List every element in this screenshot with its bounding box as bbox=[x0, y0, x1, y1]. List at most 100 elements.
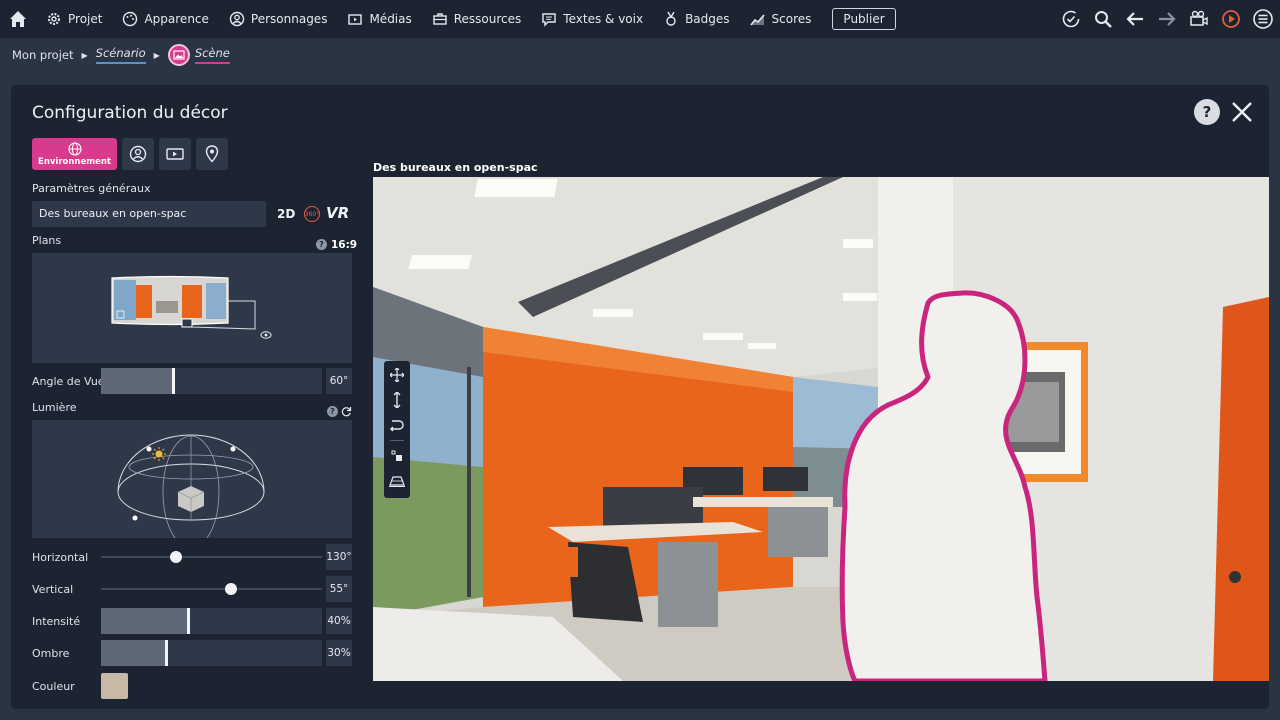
floor-tool-button[interactable] bbox=[388, 471, 406, 491]
home-button[interactable] bbox=[0, 0, 36, 38]
redo-button[interactable] bbox=[1156, 8, 1178, 30]
viewport-toolbox bbox=[384, 361, 410, 498]
person-icon bbox=[229, 11, 245, 27]
play-icon bbox=[1222, 10, 1240, 28]
light-hemisphere-preview bbox=[32, 420, 352, 549]
toolbox-separator bbox=[390, 440, 404, 441]
breadcrumb-separator: ▶ bbox=[81, 50, 88, 60]
shadow-handle[interactable] bbox=[165, 640, 169, 666]
breadcrumb-separator: ▶ bbox=[153, 50, 160, 60]
nav-textes-voix-label: Textes & voix bbox=[563, 12, 644, 26]
decor-config-panel: Configuration du décor ? Environnement P… bbox=[11, 85, 1269, 709]
breadcrumb-scenario[interactable]: Scénario bbox=[95, 46, 146, 64]
plans-preview bbox=[32, 253, 352, 363]
main-menu-button[interactable] bbox=[1252, 8, 1274, 30]
tab-environnement[interactable]: Environnement bbox=[32, 138, 117, 170]
medal-icon bbox=[666, 11, 676, 26]
horizontal-handle[interactable] bbox=[170, 551, 183, 563]
sync-button[interactable] bbox=[1060, 8, 1082, 30]
scale-icon bbox=[391, 450, 402, 461]
view-angle-handle[interactable] bbox=[171, 368, 175, 394]
person-icon bbox=[129, 145, 147, 163]
undo-button[interactable] bbox=[1124, 8, 1146, 30]
mode-2d-button[interactable]: 2D bbox=[277, 207, 295, 221]
eye-icon bbox=[260, 331, 272, 339]
vertical-slider[interactable] bbox=[101, 583, 322, 595]
mode-360-button[interactable]: 360° bbox=[304, 206, 320, 222]
nav-projet-label: Projet bbox=[68, 12, 103, 26]
nav-projet[interactable]: Projet bbox=[36, 0, 112, 38]
light-dome-diagram[interactable] bbox=[32, 420, 352, 549]
breadcrumb: Mon projet ▶ Scénario ▶ Scène bbox=[12, 44, 230, 66]
location-pin-icon bbox=[205, 145, 219, 163]
view-angle-value: 60° bbox=[326, 368, 352, 394]
horizontal-label: Horizontal bbox=[32, 551, 89, 564]
tab-location[interactable] bbox=[196, 138, 228, 170]
breadcrumb-scene[interactable]: Scène bbox=[194, 46, 230, 64]
nav-apparence[interactable]: Apparence bbox=[112, 0, 218, 38]
intensity-handle[interactable] bbox=[187, 608, 191, 634]
view-angle-fill bbox=[101, 368, 174, 394]
intensity-slider[interactable] bbox=[101, 608, 322, 634]
scene-viewport[interactable] bbox=[373, 177, 1269, 681]
search-icon bbox=[1095, 11, 1112, 28]
nav-ressources[interactable]: Ressources bbox=[422, 0, 532, 38]
mode-vr-button[interactable]: VR bbox=[326, 204, 349, 222]
view-angle-slider[interactable] bbox=[101, 368, 322, 394]
horizontal-slider[interactable] bbox=[101, 551, 322, 563]
nav-apparence-label: Apparence bbox=[144, 12, 209, 26]
color-swatch[interactable] bbox=[101, 673, 128, 699]
nav-scores[interactable]: Scores bbox=[740, 0, 822, 38]
plans-thumbnail-image[interactable] bbox=[32, 253, 352, 363]
intensity-label: Intensité bbox=[32, 615, 81, 628]
aspect-ratio[interactable]: 16:9 bbox=[331, 239, 357, 251]
scene-name-input[interactable]: Des bureaux en open-spac bbox=[32, 201, 266, 227]
gear-icon bbox=[48, 13, 60, 25]
view-angle-label: Angle de Vue bbox=[32, 375, 105, 388]
tab-personnage[interactable] bbox=[122, 138, 154, 170]
scene-image-icon bbox=[167, 44, 190, 66]
home-icon bbox=[10, 11, 26, 27]
preview-play-button[interactable] bbox=[1220, 8, 1242, 30]
nav-textes-voix[interactable]: Textes & voix bbox=[531, 0, 653, 38]
config-tabs: Environnement bbox=[32, 138, 228, 170]
shadow-value: 30% bbox=[326, 640, 352, 666]
search-button[interactable] bbox=[1092, 8, 1114, 30]
vertical-arrows-icon bbox=[393, 392, 401, 408]
nav-badges[interactable]: Badges bbox=[653, 0, 739, 38]
move-arrows-icon bbox=[390, 368, 404, 382]
light-help-icon[interactable]: ? bbox=[327, 406, 338, 417]
briefcase-icon bbox=[433, 13, 447, 25]
close-button[interactable] bbox=[1229, 99, 1255, 125]
publish-button[interactable]: Publier bbox=[832, 8, 896, 30]
help-button[interactable]: ? bbox=[1194, 99, 1220, 125]
general-settings-label: Paramètres généraux bbox=[32, 182, 151, 195]
hamburger-menu-icon bbox=[1253, 9, 1273, 29]
vertical-handle[interactable] bbox=[225, 583, 238, 595]
camera-button[interactable] bbox=[1188, 8, 1210, 30]
reset-light-icon[interactable] bbox=[341, 406, 352, 417]
shadow-slider[interactable] bbox=[101, 640, 322, 666]
sun-icon bbox=[152, 447, 166, 461]
horizontal-value: 130° bbox=[326, 544, 352, 570]
floor-plane-icon bbox=[389, 476, 405, 487]
scale-tool-button[interactable] bbox=[388, 446, 406, 466]
office-scene-image bbox=[373, 177, 1269, 681]
nav-personnages-label: Personnages bbox=[250, 12, 328, 26]
shadow-fill bbox=[101, 640, 168, 666]
arrow-left-icon bbox=[1126, 12, 1143, 26]
tab-media[interactable] bbox=[159, 138, 191, 170]
chat-icon bbox=[542, 13, 556, 27]
plans-help-icon[interactable]: ? bbox=[316, 239, 327, 250]
palette-icon bbox=[123, 11, 138, 27]
globe-icon bbox=[67, 141, 82, 156]
rotate-tool-button[interactable] bbox=[388, 415, 406, 435]
breadcrumb-project[interactable]: Mon projet bbox=[12, 48, 74, 62]
nav-personnages[interactable]: Personnages bbox=[219, 0, 338, 38]
move-tool-button[interactable] bbox=[388, 365, 406, 385]
intensity-value: 40% bbox=[326, 608, 352, 634]
intensity-fill bbox=[101, 608, 190, 634]
nav-medias[interactable]: Médias bbox=[337, 0, 421, 38]
vertical-value: 55° bbox=[326, 576, 352, 602]
vertical-move-tool-button[interactable] bbox=[388, 390, 406, 410]
